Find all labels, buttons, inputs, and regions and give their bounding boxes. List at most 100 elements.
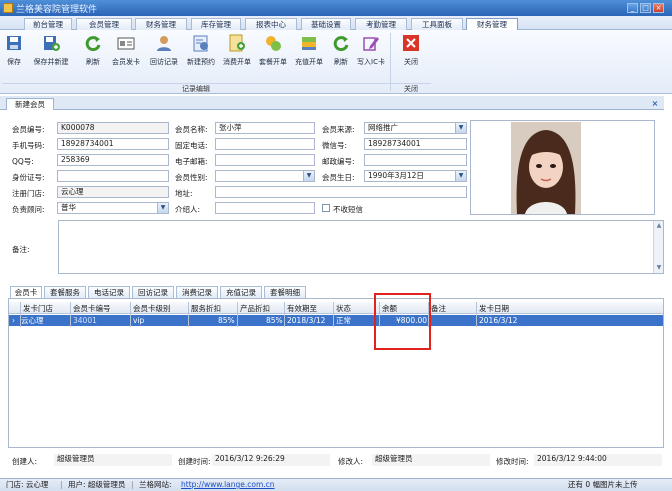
subtab-call-record[interactable]: 电话记录 <box>88 286 130 298</box>
email-field[interactable] <box>215 154 315 166</box>
col-header-product-discount[interactable]: 产品折扣 <box>240 303 270 314</box>
tab-tools[interactable]: 工具面板 <box>411 18 463 30</box>
subtab-package-detail[interactable]: 套餐明细 <box>264 286 306 298</box>
portrait-image <box>511 122 581 214</box>
issue-card-button[interactable]: 会员发卡 <box>108 34 144 74</box>
save-button[interactable]: 保存 <box>4 34 24 74</box>
subtab-visit-record[interactable]: 回访记录 <box>132 286 174 298</box>
qq-field[interactable]: 258369 <box>57 154 169 166</box>
col-header-issue-date[interactable]: 发卡日期 <box>479 303 509 314</box>
gender-select[interactable]: ▼ <box>215 170 315 182</box>
tab-finance-active[interactable]: 财务管理 <box>466 18 518 30</box>
mobile-field[interactable]: 18928734001 <box>57 138 169 150</box>
tab-settings[interactable]: 基础设置 <box>301 18 351 30</box>
cell-expiry: 2018/3/12 <box>287 316 326 325</box>
tab-new-member[interactable]: 新建会员 <box>6 98 54 110</box>
appointment-icon <box>193 35 208 52</box>
col-header-expiry[interactable]: 有效期至 <box>287 303 317 314</box>
status-divider: | <box>60 480 63 489</box>
save-and-new-button[interactable]: 保存并新建 <box>28 34 74 74</box>
address-label: 地址: <box>175 189 193 198</box>
tab-inventory[interactable]: 库存管理 <box>191 18 241 30</box>
refresh-2-button[interactable]: 刷新 <box>330 34 352 74</box>
member-no-field[interactable]: K000078 <box>57 122 169 134</box>
tab-attendance[interactable]: 考勤管理 <box>355 18 407 30</box>
gender-label: 会员性别: <box>175 173 208 182</box>
modified-value: 2016/3/12 9:44:00 <box>534 454 662 466</box>
member-name-label: 会员名称: <box>175 125 208 134</box>
column-divider <box>188 302 189 327</box>
subtab-recharge-record[interactable]: 充值记录 <box>220 286 262 298</box>
tel-field[interactable] <box>215 138 315 150</box>
column-divider <box>237 302 238 327</box>
consume-order-button[interactable]: 消费开单 <box>219 34 255 74</box>
wechat-field[interactable]: 18928734001 <box>364 138 467 150</box>
wechat-label: 微信号: <box>322 141 348 150</box>
window-title: 兰格美容院管理软件 <box>16 5 98 15</box>
col-header-status[interactable]: 状态 <box>336 303 351 314</box>
package-order-button[interactable]: 套餐开单 <box>255 34 291 74</box>
website-link[interactable]: http://www.lange.com.cn <box>181 479 275 491</box>
visit-record-button[interactable]: 回访记录 <box>146 34 182 74</box>
cell-card-no: 34001 <box>73 316 97 325</box>
subtab-member-card[interactable]: 会员卡 <box>10 286 42 298</box>
group-label-record-edit: 记录编辑 <box>2 83 390 93</box>
tab-finance[interactable]: 财务管理 <box>135 18 187 30</box>
minimize-button[interactable]: _ <box>627 3 638 13</box>
maximize-button[interactable]: □ <box>640 3 651 13</box>
column-divider <box>130 302 131 327</box>
subtab-package-service[interactable]: 套餐服务 <box>44 286 86 298</box>
modifier-label: 修改人: <box>338 457 364 466</box>
col-header-service-discount[interactable]: 服务折扣 <box>191 303 221 314</box>
chevron-down-icon[interactable]: ▼ <box>303 171 314 181</box>
advisor-label: 负责顾问: <box>12 205 45 214</box>
status-site-label: 兰格网站: <box>139 480 172 489</box>
chevron-down-icon[interactable]: ▼ <box>455 123 466 133</box>
tab-front-desk[interactable]: 前台管理 <box>24 18 72 30</box>
refresh-icon <box>333 36 349 52</box>
address-field[interactable] <box>215 186 467 198</box>
advisor-select[interactable]: 普华 ▼ <box>57 202 169 214</box>
col-header-remark[interactable]: 备注 <box>431 303 446 314</box>
recharge-order-button[interactable]: 充值开单 <box>290 34 328 74</box>
write-ic-card-button[interactable]: 写入IC卡 <box>353 34 389 74</box>
remark-scrollbar[interactable]: ▲ ▼ <box>653 221 663 273</box>
chevron-down-icon[interactable]: ▼ <box>157 203 168 213</box>
close-button[interactable]: 关闭 <box>398 34 424 74</box>
chevron-down-icon[interactable]: ▼ <box>455 171 466 181</box>
member-photo[interactable] <box>470 120 655 215</box>
cell-issue-date: 2016/3/12 <box>479 316 518 325</box>
birthday-picker[interactable]: 1990年3月12日 ▼ <box>364 170 467 182</box>
referrer-label: 介绍人: <box>175 205 201 214</box>
close-window-button[interactable]: × <box>653 3 664 13</box>
subtab-consume-record[interactable]: 消费记录 <box>176 286 218 298</box>
menu-bar: 前台管理 会员管理 财务管理 库存管理 报表中心 基础设置 考勤管理 工具面板 … <box>0 16 672 30</box>
col-header-card-level[interactable]: 会员卡级别 <box>133 303 171 314</box>
tab-member-management[interactable]: 会员管理 <box>76 18 132 30</box>
refresh-button[interactable]: 刷新 <box>80 34 106 74</box>
created-label: 创建时间: <box>178 457 211 466</box>
remark-textarea[interactable] <box>58 220 664 274</box>
member-no-label: 会员编号: <box>12 125 45 134</box>
tab-reports[interactable]: 报表中心 <box>245 18 297 30</box>
referrer-field[interactable] <box>215 202 315 214</box>
source-label: 会员来源: <box>322 125 355 134</box>
pencil-icon <box>363 37 379 51</box>
scroll-down-icon[interactable]: ▼ <box>655 264 663 271</box>
cell-product-discount: 85% <box>266 316 283 325</box>
id-field[interactable] <box>57 170 169 182</box>
zip-field[interactable] <box>364 154 467 166</box>
col-header-store[interactable]: 发卡门店 <box>23 303 53 314</box>
new-appointment-button[interactable]: 新建预约 <box>183 34 219 74</box>
no-sms-checkbox[interactable] <box>322 204 330 212</box>
source-select[interactable]: 网络推广 ▼ <box>364 122 467 134</box>
upload-status: 还有 0 幅图片未上传 <box>568 480 638 489</box>
ribbon-toolbar: 保存 保存并新建 刷新 会员发卡 回访记录 新建预约 消费开单 套餐开单 充值开… <box>0 30 672 94</box>
close-document-icon[interactable]: × <box>649 98 661 109</box>
cell-card-level: vip <box>133 316 145 325</box>
cell-status: 正常 <box>336 316 351 325</box>
scroll-up-icon[interactable]: ▲ <box>655 222 663 229</box>
member-name-field[interactable]: 张小萍 <box>215 122 315 134</box>
cell-store: 云心理 <box>21 316 44 325</box>
col-header-card-no[interactable]: 会员卡编号 <box>73 303 111 314</box>
